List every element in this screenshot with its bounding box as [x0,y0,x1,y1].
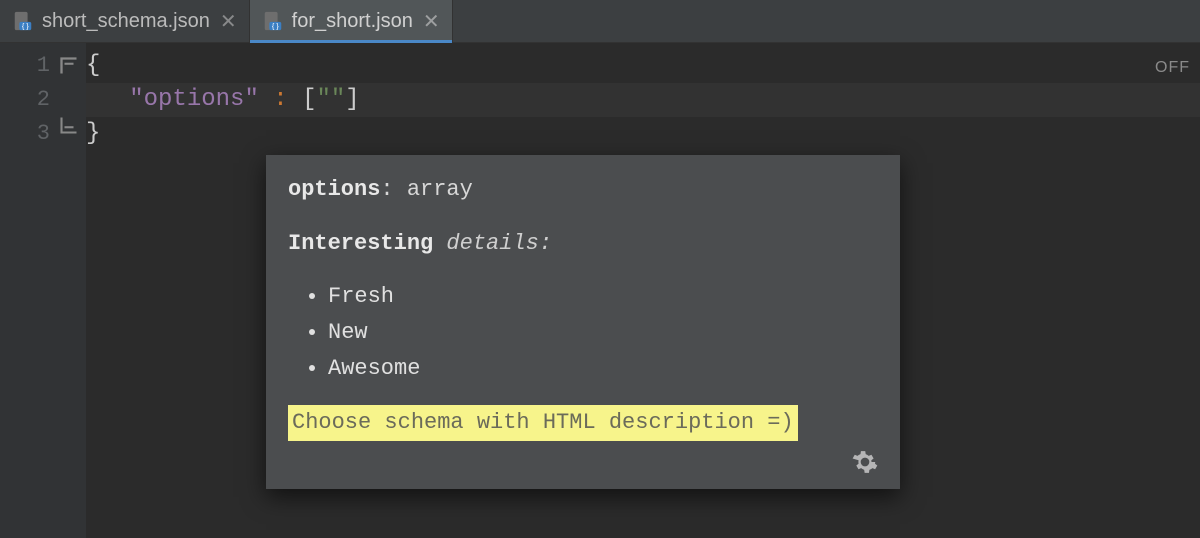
fold-close-icon[interactable] [60,116,78,134]
svg-text:{ }: { } [271,21,278,30]
close-icon[interactable]: ✕ [423,9,440,34]
popup-subheader: Interesting details: [288,227,878,261]
code-area[interactable]: { "options" : [""] } OFF options: array … [86,43,1200,538]
fold-open-icon[interactable] [60,57,78,75]
svg-text:{ }: { } [22,21,29,30]
line-gutter: 1 2 3 [0,43,60,538]
tab-bar: { } short_schema.json ✕ { } for_short.js… [0,0,1200,43]
popup-sub-italic: details: [433,231,552,256]
inspection-off-badge[interactable]: OFF [1155,51,1190,85]
code-colon: : [259,86,302,113]
editor: 1 2 3 { "options" : [""] } OFF options: … [0,43,1200,538]
code-bracket: [ [302,86,316,113]
line-number: 1 [0,49,50,83]
tab-label: for_short.json [292,10,413,33]
code-key: "options" [129,86,259,113]
popup-list: Fresh New Awesome [288,279,878,387]
tab-short-schema[interactable]: { } short_schema.json ✕ [0,0,250,42]
documentation-popup: options: array Interesting details: Fres… [266,155,900,489]
tab-for-short[interactable]: { } for_short.json ✕ [250,0,453,42]
fold-column [60,43,86,538]
code-brace: } [86,120,100,147]
popup-sub-bold: Interesting [288,231,433,256]
code-string: "" [316,86,345,113]
json-file-icon: { } [12,10,34,32]
tab-label: short_schema.json [42,10,210,33]
list-item: Fresh [328,279,878,315]
list-item: New [328,315,878,351]
list-item: Awesome [328,351,878,387]
json-file-icon: { } [262,10,284,32]
line-number: 2 [0,83,50,117]
popup-header-key: options [288,177,380,202]
popup-highlight: Choose schema with HTML description =) [288,405,798,441]
close-icon[interactable]: ✕ [220,9,237,34]
line-number: 3 [0,117,50,151]
popup-header-type: : array [380,177,472,202]
popup-header: options: array [288,173,878,207]
code-bracket: ] [345,86,359,113]
code-brace: { [86,52,100,79]
gear-icon[interactable] [852,449,878,475]
